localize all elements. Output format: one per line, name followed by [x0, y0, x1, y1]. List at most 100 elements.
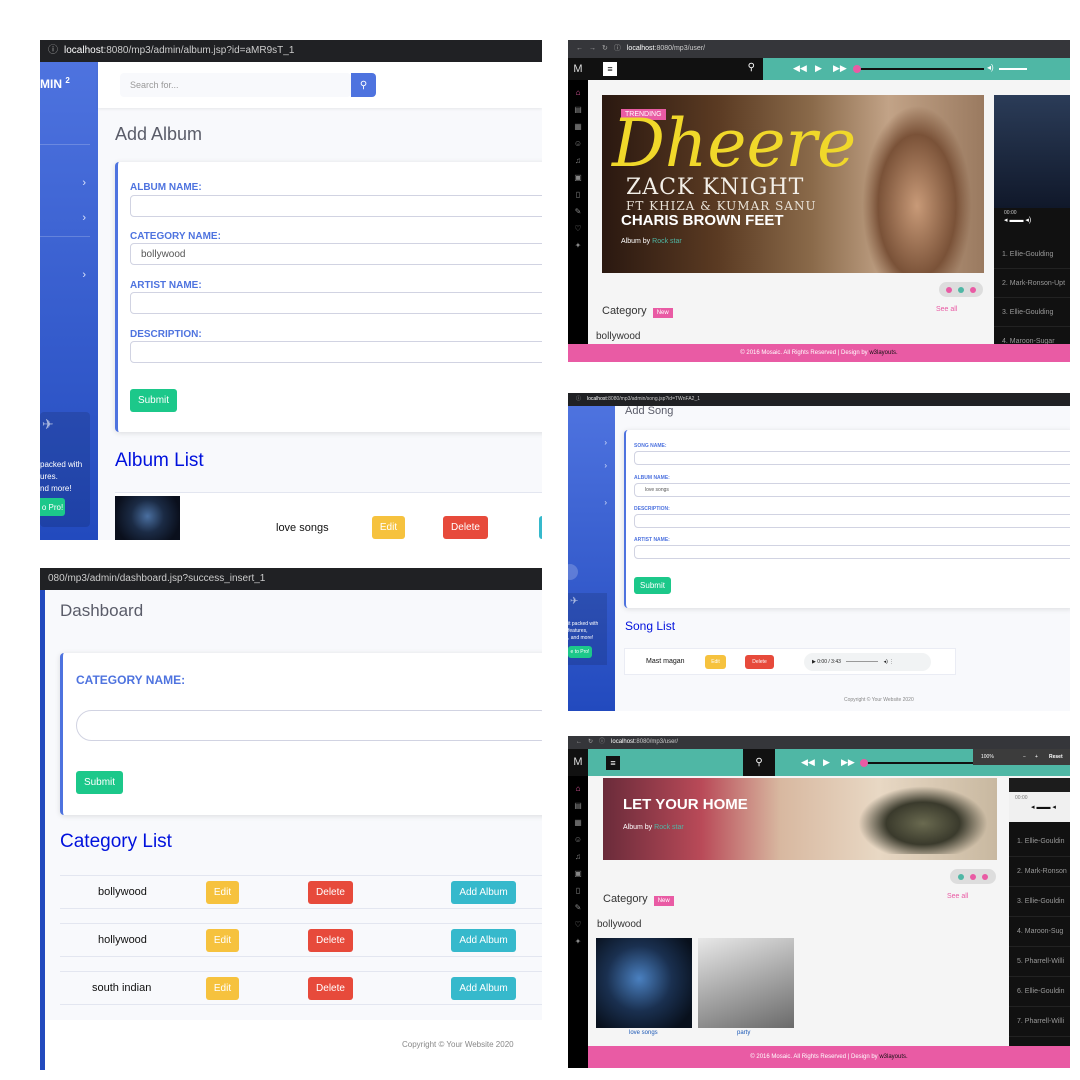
carousel-dots[interactable]: [939, 282, 983, 297]
song-list-item[interactable]: 3. Ellie-Gouldin: [1009, 887, 1070, 917]
address-bar[interactable]: ← ↻ ⓘ localhost:8080/mp3/user/: [568, 736, 1070, 749]
heart-icon[interactable]: ♡: [568, 224, 588, 233]
play-icon[interactable]: ▶: [812, 659, 816, 665]
volume-slider[interactable]: [999, 68, 1027, 70]
pin-icon[interactable]: ✦: [568, 241, 588, 250]
home-icon[interactable]: ⌂: [568, 784, 588, 793]
phone-icon[interactable]: ▯: [568, 886, 588, 895]
back-icon[interactable]: ←: [576, 739, 582, 745]
zoom-out-button[interactable]: −: [1023, 749, 1026, 765]
chevron-right-icon[interactable]: ›: [82, 177, 86, 189]
upgrade-button[interactable]: o Pro!: [40, 498, 65, 516]
address-bar[interactable]: ⓘ localhost:8080/mp3/admin/album.jsp?id=a…: [40, 40, 542, 62]
album-card[interactable]: [698, 938, 794, 1028]
pencil-icon[interactable]: ✎: [568, 903, 588, 912]
song-list-item[interactable]: 7. Pharrell-Willi: [1009, 1007, 1070, 1037]
delete-button[interactable]: Delete: [308, 977, 353, 1000]
more-options-icon[interactable]: ⋮: [889, 659, 894, 665]
chevron-right-icon[interactable]: ›: [82, 269, 86, 281]
play-icon[interactable]: ▶: [815, 63, 822, 74]
next-icon[interactable]: ▶▶: [841, 757, 855, 768]
heart-icon[interactable]: ♡: [568, 920, 588, 929]
album-icon[interactable]: ▣: [568, 869, 588, 878]
song-list-item[interactable]: 2. Mark-Ronson: [1009, 857, 1070, 887]
song-name-field[interactable]: [634, 451, 1070, 465]
search-button[interactable]: ⚲: [351, 73, 376, 97]
edit-button[interactable]: Edit: [206, 881, 239, 904]
carousel-dots[interactable]: [950, 869, 996, 884]
album-card-label[interactable]: love songs: [629, 1030, 658, 1036]
add-album-button[interactable]: Add Album: [451, 881, 516, 904]
edit-button[interactable]: Edit: [372, 516, 405, 539]
volume-icon[interactable]: ◂): [987, 63, 994, 72]
volume-icon[interactable]: ◂): [884, 659, 888, 665]
chevron-right-icon[interactable]: ›: [604, 461, 607, 470]
album-link[interactable]: Rock star: [652, 238, 682, 245]
see-all-link[interactable]: See all: [947, 893, 968, 900]
next-icon[interactable]: ▶▶: [833, 63, 847, 74]
back-icon[interactable]: ←: [576, 45, 583, 52]
delete-button[interactable]: Delete: [308, 929, 353, 952]
see-all-link[interactable]: See all: [936, 306, 957, 313]
upgrade-button[interactable]: e to Pro!: [568, 646, 592, 658]
delete-button[interactable]: Delete: [443, 516, 488, 539]
play-icon[interactable]: ▶: [823, 757, 830, 768]
song-list-item[interactable]: 3. Ellie-Goulding: [994, 298, 1070, 327]
forward-icon[interactable]: →: [589, 45, 596, 52]
zoom-reset-button[interactable]: Reset: [1049, 749, 1063, 765]
description-field[interactable]: [634, 514, 1070, 528]
delete-button[interactable]: Delete: [308, 881, 353, 904]
phone-icon[interactable]: ▯: [568, 190, 588, 199]
album-name-field[interactable]: [130, 195, 542, 217]
song-list-item[interactable]: 1. Ellie-Gouldin: [1009, 827, 1070, 857]
description-field[interactable]: [130, 341, 542, 363]
song-list-item[interactable]: 5. Pharrell-Willi: [1009, 947, 1070, 977]
radio-icon[interactable]: ▤: [568, 801, 588, 810]
address-bar[interactable]: ← → ↻ ⓘ localhost:8080/mp3/user/: [568, 40, 1070, 58]
prev-icon[interactable]: ◀◀: [793, 63, 807, 74]
category-name-field[interactable]: bollywood: [130, 243, 542, 265]
radio-icon[interactable]: ▤: [568, 105, 588, 114]
menu-button[interactable]: ≡: [603, 62, 617, 76]
chevron-right-icon[interactable]: ›: [604, 498, 607, 507]
add-album-button[interactable]: Add Album: [451, 977, 516, 1000]
sidebar-toggle[interactable]: [568, 564, 578, 580]
prev-icon[interactable]: ◀◀: [801, 757, 815, 768]
song-list-item[interactable]: 1. Ellie-Goulding: [994, 240, 1070, 269]
mini-volume[interactable]: ◂ ▬▬ ◂): [1004, 216, 1031, 224]
add-song-button[interactable]: [539, 516, 542, 539]
mini-volume[interactable]: ◂ ▬▬ ◂: [1031, 803, 1056, 811]
delete-button[interactable]: Delete: [745, 655, 774, 669]
menu-button[interactable]: ≡: [606, 756, 620, 770]
user-icon[interactable]: ☺: [568, 139, 588, 148]
album-link[interactable]: Rock star: [654, 824, 684, 831]
song-list-item[interactable]: 6. Ellie-Gouldin: [1009, 977, 1070, 1007]
submit-button[interactable]: Submit: [634, 577, 671, 594]
logo[interactable]: M: [568, 749, 588, 776]
pencil-icon[interactable]: ✎: [568, 207, 588, 216]
music-icon[interactable]: ♫: [568, 852, 588, 861]
submit-button[interactable]: Submit: [130, 389, 177, 412]
music-icon[interactable]: ♫: [568, 156, 588, 165]
footer-link[interactable]: w3layouts.: [869, 350, 897, 356]
search-box[interactable]: ⚲: [743, 749, 775, 776]
submit-button[interactable]: Submit: [76, 771, 123, 794]
progress-track[interactable]: [860, 759, 973, 767]
pin-icon[interactable]: ✦: [568, 937, 588, 946]
grid-icon[interactable]: ▦: [568, 122, 588, 131]
category-name-field[interactable]: [76, 710, 542, 741]
song-list-item[interactable]: 4. Maroon-Sug: [1009, 917, 1070, 947]
home-icon[interactable]: ⌂: [568, 88, 588, 97]
logo[interactable]: M: [568, 58, 588, 80]
chevron-right-icon[interactable]: ›: [82, 212, 86, 224]
address-bar[interactable]: 080/mp3/admin/dashboard.jsp?success_inse…: [40, 568, 542, 590]
album-name-field[interactable]: love songs: [634, 483, 1070, 497]
footer-link[interactable]: w3layouts.: [879, 1054, 907, 1060]
edit-button[interactable]: Edit: [705, 655, 726, 669]
add-album-button[interactable]: Add Album: [451, 929, 516, 952]
banner[interactable]: TRENDING Dheere ZACK KNIGHT FT KHIZA & K…: [602, 95, 984, 273]
song-list-item[interactable]: 2. Mark-Ronson-Upt: [994, 269, 1070, 298]
sidebar-brand[interactable]: MIN 2: [40, 76, 70, 91]
edit-button[interactable]: Edit: [206, 929, 239, 952]
reload-icon[interactable]: ↻: [588, 739, 593, 745]
